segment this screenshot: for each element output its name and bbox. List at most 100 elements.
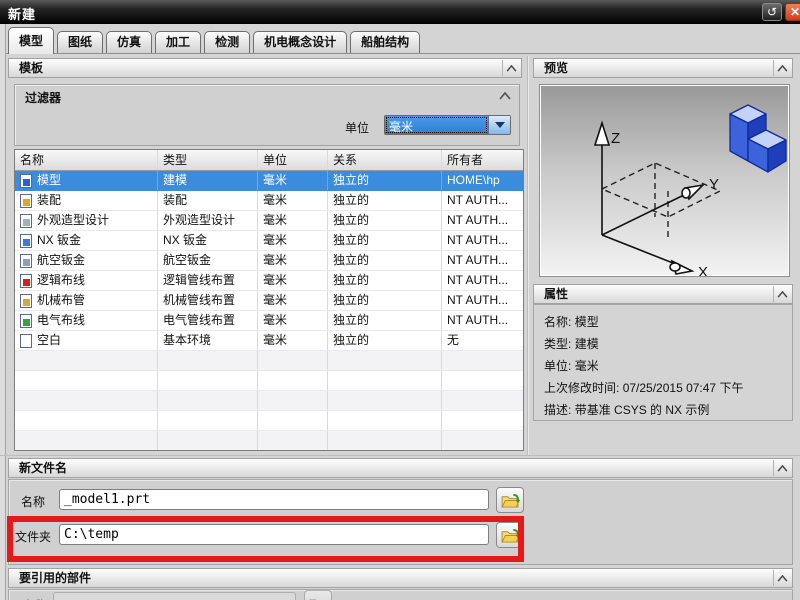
cell-type: 装配	[158, 191, 258, 210]
templates-section-header: 模板	[8, 58, 522, 78]
tab-inspection[interactable]: 检测	[204, 31, 250, 53]
cell-relationship: 独立的	[328, 251, 442, 270]
properties-panel: 名称: 模型 类型: 建模 单位: 毫米 上次修改时间: 07/25/2015 …	[533, 304, 793, 421]
tab-mechatronics[interactable]: 机电概念设计	[253, 31, 347, 53]
tab-manufacturing[interactable]: 加工	[155, 31, 201, 53]
electrical-routing-icon	[20, 314, 32, 328]
dialog-titlebar: 新建 ↺ ✕	[0, 0, 800, 24]
cell-unit: 毫米	[258, 291, 328, 310]
axis-label-y: Y	[709, 176, 719, 193]
empty-table-row	[15, 391, 523, 411]
close-icon[interactable]: ✕	[785, 3, 800, 21]
cell-name: 逻辑布线	[37, 271, 85, 290]
filter-group: 过滤器 单位 毫米	[14, 84, 520, 146]
unit-dropdown[interactable]: 毫米	[384, 115, 511, 135]
cell-owner: 无	[442, 331, 523, 350]
collapse-reference-icon[interactable]	[773, 570, 791, 586]
cell-unit: 毫米	[258, 331, 328, 350]
folder-label: 文件夹	[15, 528, 51, 545]
cell-relationship: 独立的	[328, 271, 442, 290]
cell-relationship: 独立的	[328, 171, 442, 190]
z-axis-arrowhead	[595, 123, 609, 145]
browse-name-button[interactable]	[496, 487, 524, 513]
property-type: 类型: 建模	[544, 333, 792, 355]
column-header-name[interactable]: 名称	[15, 150, 158, 170]
cell-name: 电气布线	[37, 311, 85, 330]
empty-table-row	[15, 371, 523, 391]
reference-part-group: 名称	[8, 589, 793, 600]
browse-reference-button	[304, 590, 332, 600]
dialog-title: 新建	[8, 4, 36, 23]
table-row[interactable]: 机械布管 机械管线布置 毫米 独立的 NT AUTH...	[15, 291, 523, 311]
column-header-relationship[interactable]: 关系	[328, 150, 442, 170]
open-folder-icon	[501, 493, 520, 508]
cell-unit: 毫米	[258, 171, 328, 190]
column-header-owner[interactable]: 所有者	[442, 150, 523, 170]
table-row[interactable]: 空白 基本环境 毫米 独立的 无	[15, 331, 523, 351]
file-name-label: 名称	[21, 493, 45, 510]
cell-owner: NT AUTH...	[442, 231, 523, 250]
cell-type: 外观造型设计	[158, 211, 258, 230]
properties-section-title: 属性	[544, 287, 568, 301]
cell-owner: NT AUTH...	[442, 211, 523, 230]
properties-section-header: 属性	[533, 284, 793, 304]
cell-type: 机械管线布置	[158, 291, 258, 310]
cell-unit: 毫米	[258, 211, 328, 230]
table-row[interactable]: 电气布线 电气管线布置 毫米 独立的 NT AUTH...	[15, 311, 523, 331]
collapse-preview-icon[interactable]	[773, 60, 791, 76]
cell-owner: HOME\hp	[442, 171, 523, 190]
table-row[interactable]: 航空钣金 航空钣金 毫米 独立的 NT AUTH...	[15, 251, 523, 271]
table-row[interactable]: 模型 建模 毫米 独立的 HOME\hp	[15, 171, 523, 191]
tab-model[interactable]: 模型	[8, 27, 54, 54]
collapse-new-file-icon[interactable]	[773, 460, 791, 476]
table-row[interactable]: NX 钣金 NX 钣金 毫米 独立的 NT AUTH...	[15, 231, 523, 251]
table-row[interactable]: 外观造型设计 外观造型设计 毫米 独立的 NT AUTH...	[15, 211, 523, 231]
cell-unit: 毫米	[258, 191, 328, 210]
cell-name: NX 钣金	[37, 231, 81, 250]
empty-table-row	[15, 411, 523, 431]
cell-unit: 毫米	[258, 311, 328, 330]
dialog-left-edge	[0, 24, 6, 600]
collapse-templates-icon[interactable]	[502, 60, 520, 76]
assembly-template-icon	[20, 194, 32, 208]
cell-relationship: 独立的	[328, 231, 442, 250]
reference-part-section-title: 要引用的部件	[19, 571, 91, 585]
chevron-down-icon[interactable]	[488, 116, 510, 134]
cell-type: NX 钣金	[158, 231, 258, 250]
folder-input[interactable]	[59, 524, 489, 545]
axis-label-z: Z	[611, 130, 620, 147]
tab-simulation[interactable]: 仿真	[106, 31, 152, 53]
cell-relationship: 独立的	[328, 331, 442, 350]
cell-owner: NT AUTH...	[442, 251, 523, 270]
cell-name: 外观造型设计	[37, 211, 109, 230]
cell-type: 建模	[158, 171, 258, 190]
reference-name-label: 名称	[23, 596, 47, 600]
table-row[interactable]: 逻辑布线 逻辑管线布置 毫米 独立的 NT AUTH...	[15, 271, 523, 291]
model-block-thumbnail	[730, 105, 786, 172]
tab-drawing[interactable]: 图纸	[57, 31, 103, 53]
cell-type: 基本环境	[158, 331, 258, 350]
section-divider	[0, 455, 800, 456]
cell-owner: NT AUTH...	[442, 291, 523, 310]
cell-name: 空白	[37, 331, 61, 350]
logical-routing-icon	[20, 274, 32, 288]
cell-owner: NT AUTH...	[442, 191, 523, 210]
preview-image: Z Y X	[539, 84, 790, 277]
column-header-type[interactable]: 类型	[158, 150, 258, 170]
property-last-modified: 上次修改时间: 07/25/2015 07:47 下午	[544, 377, 792, 399]
table-row[interactable]: 装配 装配 毫米 独立的 NT AUTH...	[15, 191, 523, 211]
cell-type: 逻辑管线布置	[158, 271, 258, 290]
cell-unit: 毫米	[258, 231, 328, 250]
cell-type: 电气管线布置	[158, 311, 258, 330]
column-header-unit[interactable]: 单位	[258, 150, 328, 170]
cell-name: 装配	[37, 191, 61, 210]
blank-template-icon	[20, 334, 32, 348]
file-name-input[interactable]	[59, 489, 489, 510]
tab-ship-structure[interactable]: 船舶结构	[350, 31, 420, 53]
panel-splitter[interactable]	[527, 56, 529, 455]
collapse-filter-icon[interactable]	[499, 89, 513, 101]
reset-dialog-icon[interactable]: ↺	[762, 3, 782, 21]
cell-relationship: 独立的	[328, 311, 442, 330]
browse-folder-button[interactable]	[496, 522, 524, 548]
collapse-properties-icon[interactable]	[773, 286, 791, 302]
